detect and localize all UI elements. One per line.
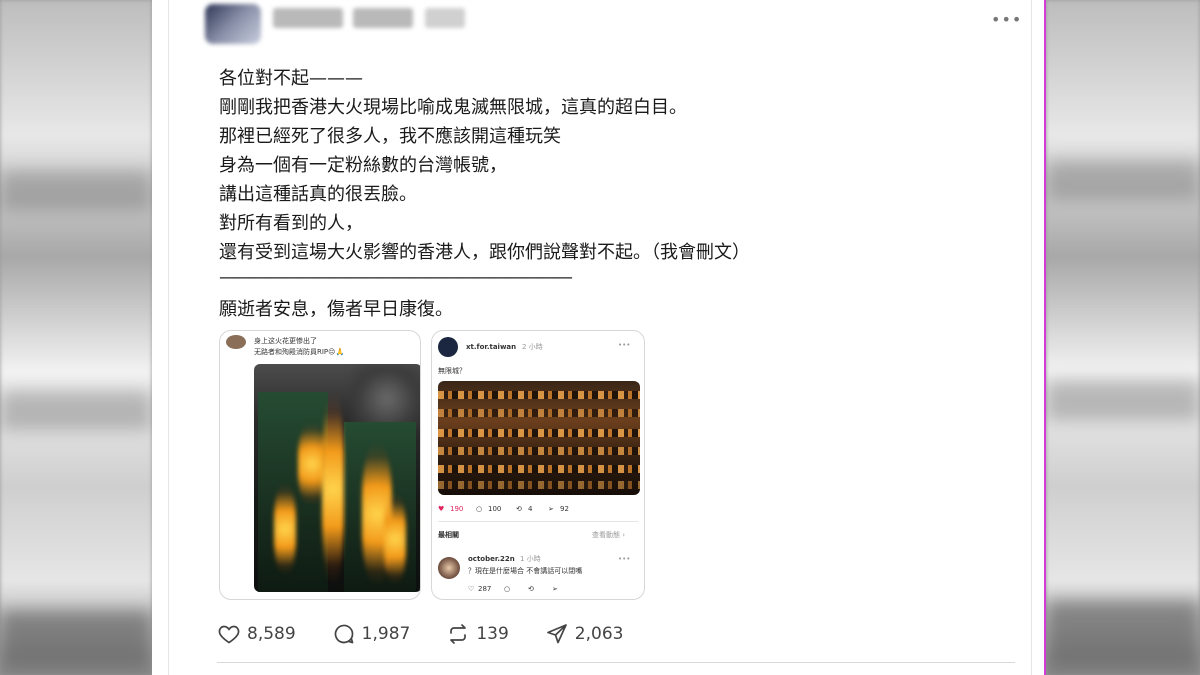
fire-photo (254, 364, 420, 592)
timestamp-blurred (425, 8, 465, 28)
more-icon[interactable]: ••• (991, 10, 1021, 30)
mini-share-icon: ➢ (552, 585, 558, 593)
post-line: 那裡已經死了很多人，我不應該開這種玩笑 (219, 126, 561, 147)
like-button[interactable]: 8,589 (217, 622, 296, 646)
mini-comment-icon: ○ (476, 505, 483, 513)
threads-page: ••• 各位對不起——— 剛剛我把香港大火現場比喻成鬼滅無限城，這真的超白目。 … (152, 0, 1044, 675)
like-count: 8,589 (247, 624, 296, 644)
mini-heart-icon: ♥ (438, 505, 445, 513)
mini-heart-icon: ♡ (468, 585, 475, 593)
embedded-caption: 無限城？ (438, 367, 466, 375)
share-button[interactable]: 2,063 (545, 622, 624, 646)
post-line: 還有受到這場大火影響的香港人，跟你們說聲對不起。（我會刪文） (219, 242, 750, 263)
sort-label: 最相關 (438, 531, 459, 539)
mini-avatar (226, 335, 246, 349)
screen-edge-line (1044, 0, 1046, 675)
post-line: 講出這種話真的很丟臉。 (219, 184, 417, 205)
mini-repost-icon: ⟲ (528, 585, 534, 593)
username-blurred-2 (353, 8, 413, 28)
post-card: ••• 各位對不起——— 剛剛我把香港大火現場比喻成鬼滅無限城，這真的超白目。 … (168, 0, 1032, 675)
caption-line: 身上这火花更惨出了 (254, 337, 317, 345)
embedded-time: 2 小時 (522, 343, 543, 351)
action-bar: 8,589 1,987 139 2,063 (217, 620, 659, 648)
repost-icon (450, 624, 467, 644)
mini-shares: 92 (560, 505, 569, 513)
mini-reposts: 4 (528, 505, 533, 513)
comment-count: 1,987 (361, 624, 411, 644)
share-count: 2,063 (574, 624, 624, 644)
post-line: 各位對不起——— (219, 68, 363, 89)
divider (217, 662, 1015, 663)
post-line: 願逝者安息，傷者早日康復。 (219, 299, 453, 320)
share-icon (546, 624, 567, 644)
more-icon: ••• (618, 555, 631, 563)
caption-line: 无路者和殉殿消防員RIP😔🙏 (254, 348, 345, 356)
heart-icon (218, 625, 240, 644)
mini-repost-icon: ⟲ (516, 505, 522, 513)
embedded-username: xt.for.taiwan (466, 343, 517, 351)
more-icon: ••• (618, 341, 631, 349)
background-right-blur (1046, 0, 1200, 675)
embedded-screenshot-fire[interactable]: 身上这火花更惨出了 无路者和殉殿消防員RIP😔🙏 (219, 330, 421, 600)
username-blurred[interactable] (273, 8, 343, 28)
mini-comment-icon: ○ (504, 585, 511, 593)
background-left-blur (0, 0, 152, 675)
comment-button[interactable]: 1,987 (332, 622, 411, 646)
post-line: 剛剛我把香港大火現場比喻成鬼滅無限城，這真的超白目。 (219, 97, 687, 118)
reply-username: october.22n (468, 555, 515, 563)
reply-time: 1 小時 (520, 555, 541, 563)
post-separator: —————————————————————— (219, 267, 573, 288)
view-activity: 查看動態 › (592, 531, 626, 539)
repost-count: 139 (476, 624, 509, 644)
post-line: 身為一個有一定粉絲數的台灣帳號， (219, 155, 507, 176)
comment-icon (334, 624, 354, 644)
post-line: 對所有看到的人， (219, 213, 363, 234)
infinity-castle-image (438, 381, 640, 495)
post-body: 各位對不起——— 剛剛我把香港大火現場比喻成鬼滅無限城，這真的超白目。 那裡已經… (219, 64, 879, 324)
repost-button[interactable]: 139 (446, 622, 509, 646)
mini-avatar (438, 337, 458, 357)
mini-share-icon: ➢ (548, 505, 554, 513)
reply-likes: 287 (478, 585, 492, 593)
embedded-screenshot-threads[interactable]: xt.for.taiwan 2 小時 ••• 無限城？ ♥ 190 ○ 100 … (431, 330, 645, 600)
reply-text: ？現在是什麼場合 不會講話可以閉嘴 (468, 567, 583, 575)
mini-divider (438, 521, 638, 522)
mini-replies: 100 (488, 505, 502, 513)
avatar[interactable] (205, 4, 261, 44)
reply-avatar (438, 557, 460, 579)
mini-likes: 190 (450, 505, 464, 513)
